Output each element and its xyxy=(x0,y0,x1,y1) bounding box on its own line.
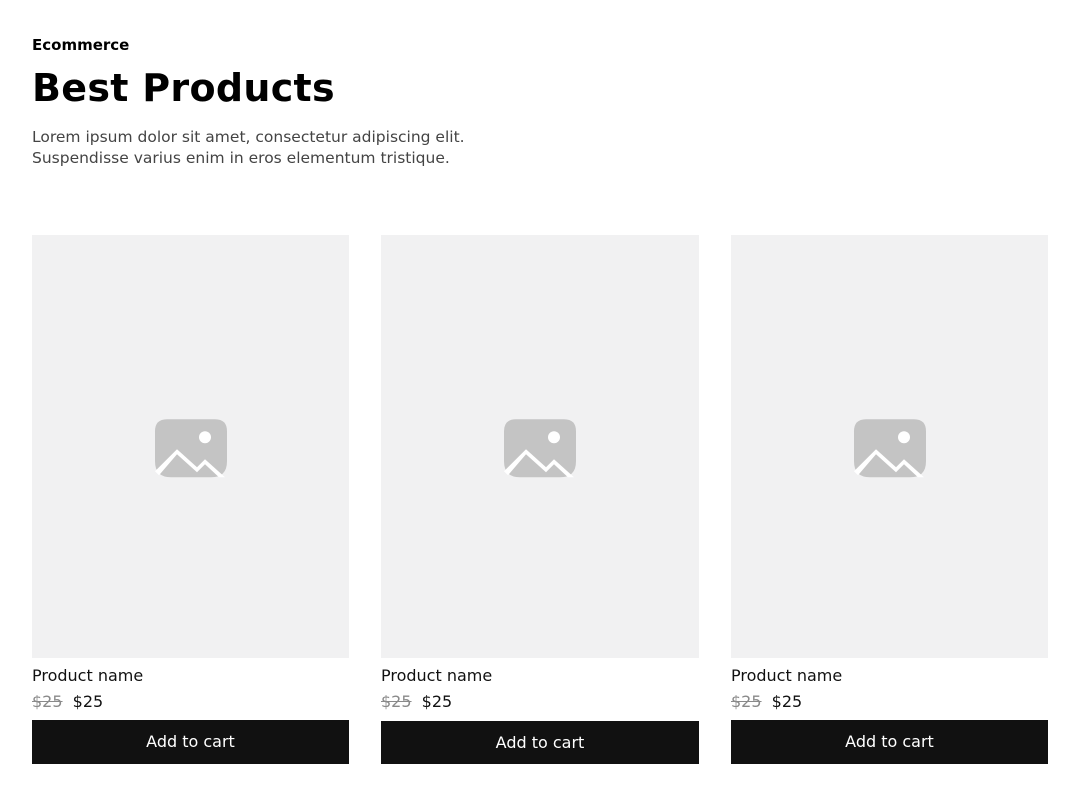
product-price-row: $25 $25 xyxy=(731,692,802,711)
product-price-row: $25 $25 xyxy=(32,692,103,711)
description-line: Lorem ipsum dolor sit amet, consectetur … xyxy=(32,128,465,146)
current-price: $25 xyxy=(72,692,104,711)
image-placeholder-icon xyxy=(504,418,576,477)
old-price: $25 xyxy=(381,692,412,711)
product-card: Product name $25 $25 Add to cart xyxy=(32,235,349,764)
product-card: Product name $25 $25 Add to cart xyxy=(731,235,1048,764)
old-price: $25 xyxy=(32,692,63,711)
product-section: Ecommerce Best Products Lorem ipsum dolo… xyxy=(0,0,1080,801)
product-name[interactable]: Product name xyxy=(32,666,143,685)
product-price-row: $25 $25 xyxy=(381,692,452,711)
section-eyebrow: Ecommerce xyxy=(32,36,130,54)
product-image-placeholder[interactable] xyxy=(381,235,699,658)
page-title: Best Products xyxy=(32,66,335,110)
image-placeholder-icon xyxy=(154,418,227,477)
product-name[interactable]: Product name xyxy=(381,666,492,685)
add-to-cart-button[interactable]: Add to cart xyxy=(381,721,699,764)
old-price: $25 xyxy=(731,692,762,711)
add-to-cart-button[interactable]: Add to cart xyxy=(731,720,1048,764)
image-placeholder-icon xyxy=(853,418,926,477)
current-price: $25 xyxy=(771,692,803,711)
add-to-cart-button[interactable]: Add to cart xyxy=(32,720,349,764)
description-line: Suspendisse varius enim in eros elementu… xyxy=(32,149,450,167)
product-card: Product name $25 $25 Add to cart xyxy=(381,235,699,764)
product-image-placeholder[interactable] xyxy=(731,235,1048,658)
current-price: $25 xyxy=(421,692,453,711)
product-name[interactable]: Product name xyxy=(731,666,842,685)
product-image-placeholder[interactable] xyxy=(32,235,349,658)
section-description: Lorem ipsum dolor sit amet, consectetur … xyxy=(32,127,552,169)
